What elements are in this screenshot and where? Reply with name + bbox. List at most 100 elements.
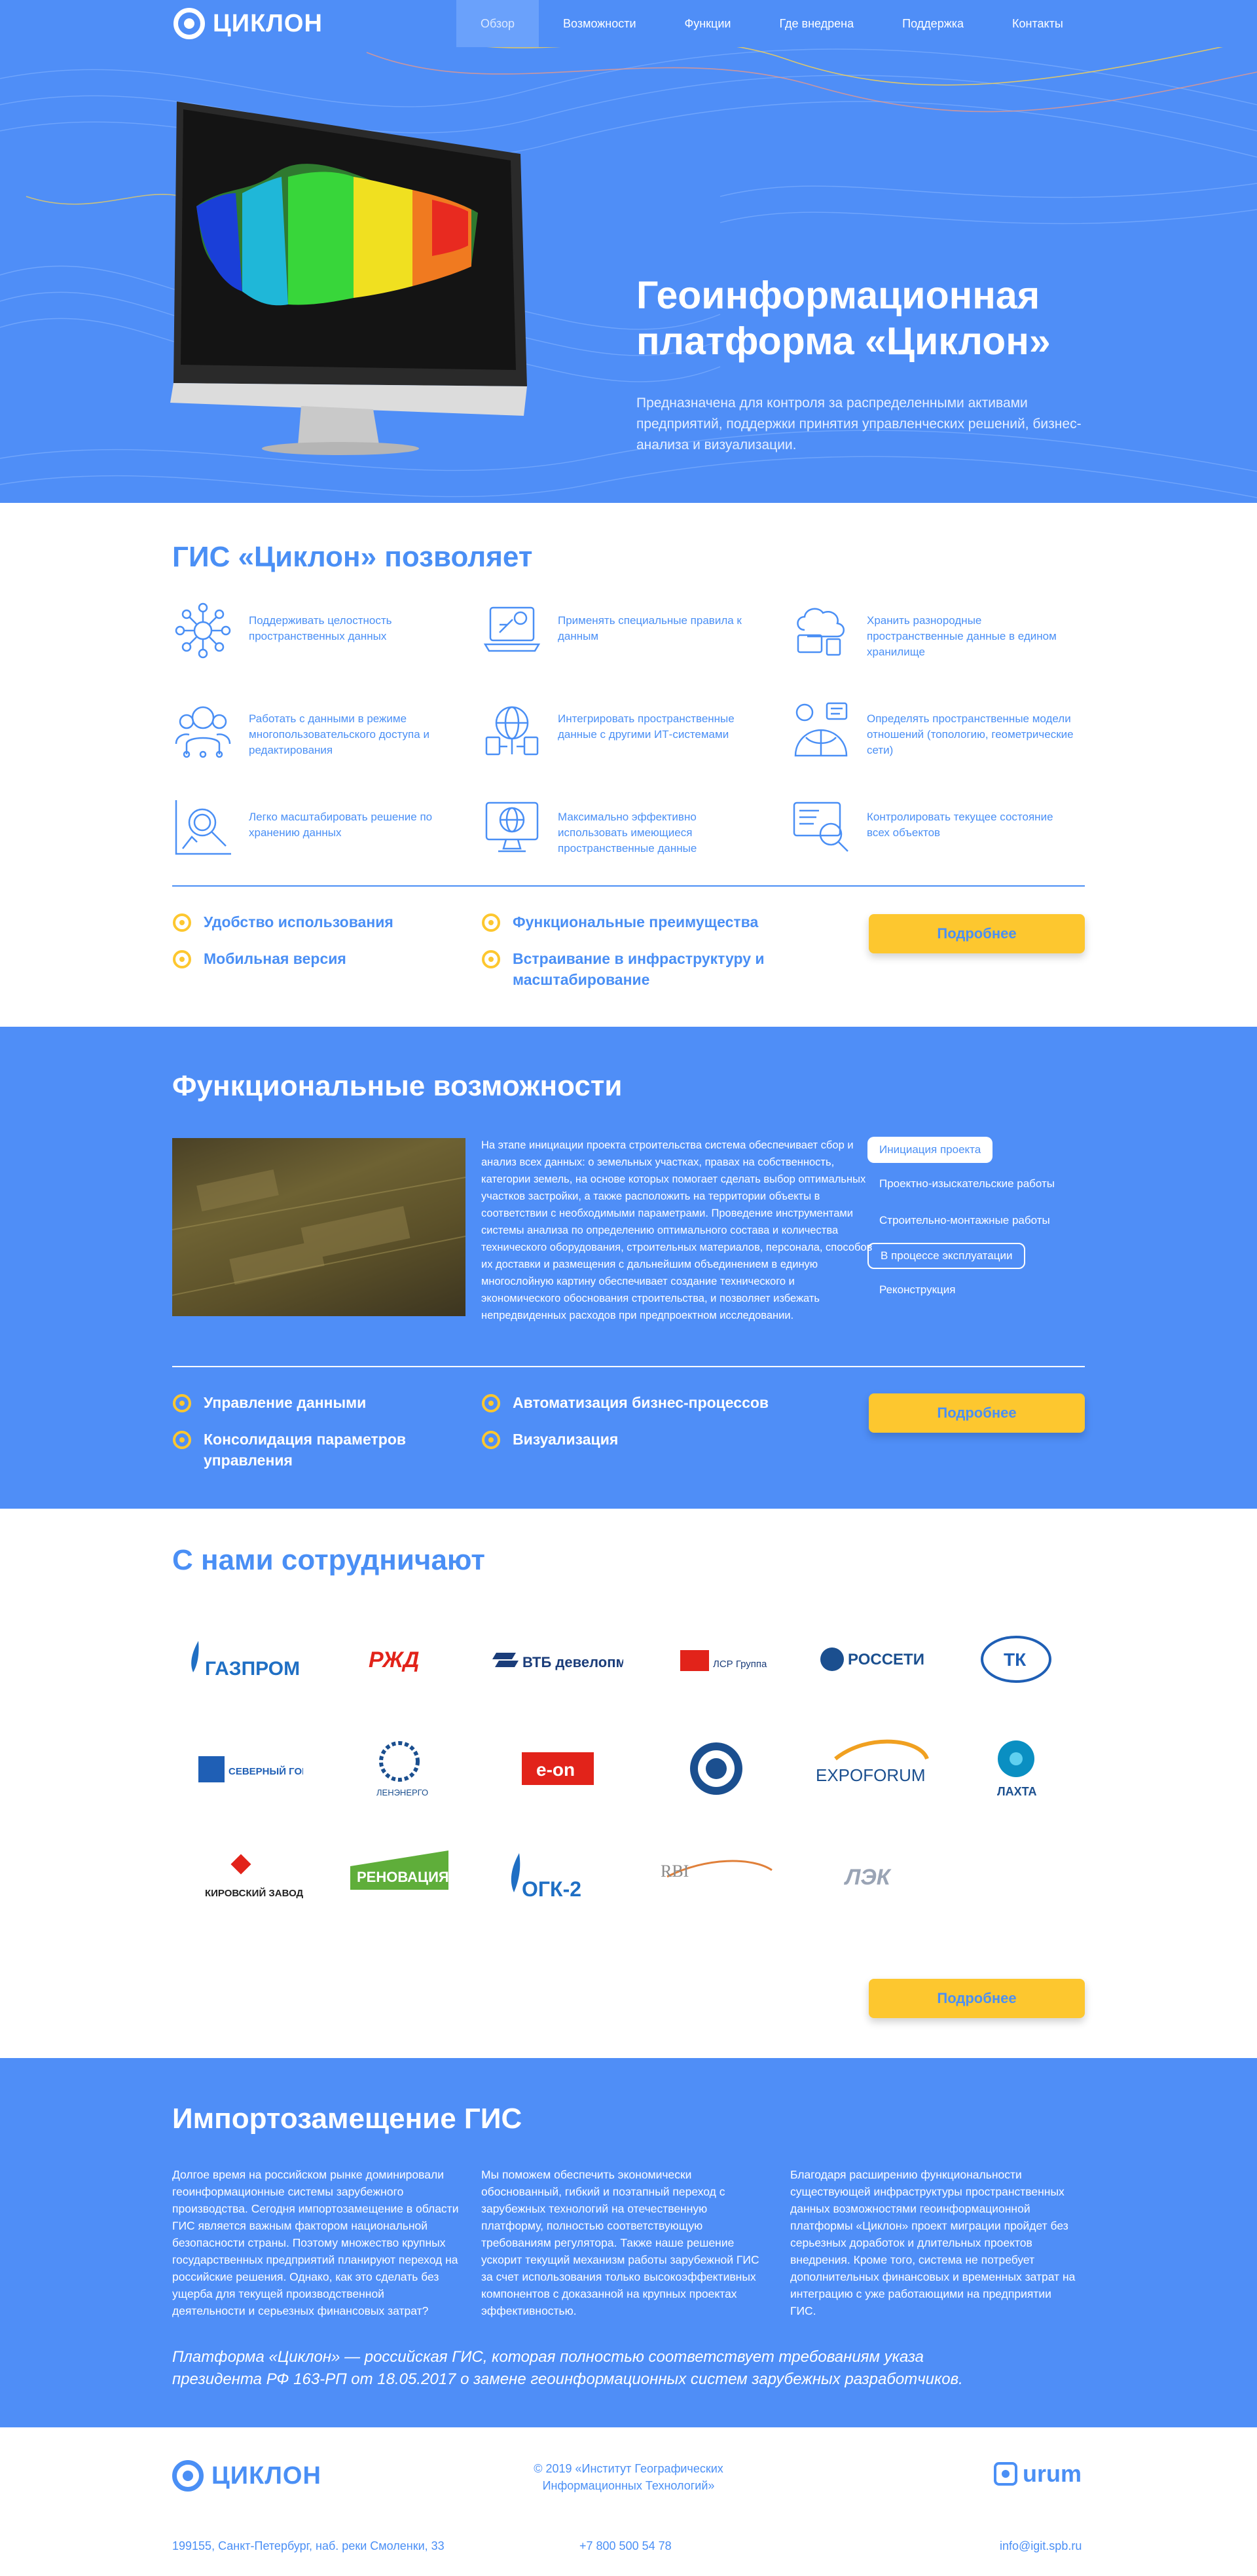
advantage-label: Встраивание в инфраструктуру и масштабир…: [513, 950, 765, 988]
aerial-photo-texture: [172, 1169, 466, 1296]
advantage-label: Мобильная версия: [204, 950, 346, 967]
feature-item: Хранить разнородные пространственные дан…: [790, 600, 1078, 662]
urum-logo-text: urum: [1023, 2460, 1082, 2487]
footer: ЦИКЛОН © 2019 «Институт Географических И…: [0, 2427, 1257, 2576]
partner-logo-emblem: [651, 1733, 782, 1805]
section-divider: [172, 885, 1085, 887]
partner-logo-rbi: RBI: [651, 1844, 782, 1916]
nav-item-contacts[interactable]: Контакты: [988, 0, 1087, 47]
partner-logo-kirovsky: КИРОВСКИЙ ЗАВОД: [175, 1844, 306, 1916]
partner-logo-tk: ТК: [951, 1623, 1082, 1695]
urum-logo[interactable]: urum: [993, 2460, 1082, 2488]
feature-item: Максимально эффективно использовать имею…: [481, 796, 769, 858]
phone-link[interactable]: +7 800 500 54 78: [579, 2537, 672, 2554]
functional-description: На этапе инициации проекта строительства…: [481, 1139, 873, 1321]
feature-item: Поддерживать целостность пространственны…: [172, 600, 460, 662]
partner-logo-text: RBI: [661, 1862, 689, 1881]
partner-logo-text: ГАЗПРОМ: [205, 1658, 300, 1680]
function-label: Консолидация параметров управления: [204, 1431, 407, 1469]
footer-brand-logo[interactable]: ЦИКЛОН: [172, 2460, 321, 2492]
partner-logo-vtb: ВТБ девелопмент: [492, 1623, 623, 1695]
import-section: Импортозамещение ГИС Долгое время на рос…: [0, 2058, 1257, 2427]
partner-logo-text: РЖД: [369, 1647, 419, 1672]
feature-item: Легко масштабировать решение по хранению…: [172, 796, 460, 858]
feature-text: Контролировать текущее состояние всех об…: [867, 811, 1053, 839]
feature-item: Определять пространственные модели отнош…: [790, 698, 1078, 760]
cyclone-bullet-icon: [173, 913, 191, 932]
globe-model-icon: [794, 702, 848, 757]
feature-text: Работать с данными в режиме многопользов…: [249, 712, 429, 756]
partner-logo-text: РОССЕТИ: [848, 1651, 924, 1668]
stage-tab-initiation[interactable]: Инициация проекта: [867, 1137, 993, 1163]
copyright-text: © 2019 «Институт Географических Информац…: [534, 2462, 723, 2492]
email-link[interactable]: info@igit.spb.ru: [1000, 2537, 1082, 2554]
laptop-rules-icon: [483, 606, 541, 652]
function-link-automation[interactable]: Автоматизация бизнес-процессов: [481, 1392, 769, 1413]
partner-logo-lsr: ЛСР Группа: [651, 1623, 782, 1695]
network-icon: [175, 602, 231, 659]
cyclone-bullet-icon: [482, 1431, 500, 1449]
import-title: Импортозамещение ГИС: [172, 2103, 522, 2135]
partner-logo-text: КИРОВСКИЙ ЗАВОД: [205, 1887, 303, 1899]
monitor-globe-icon: [485, 801, 539, 853]
advantage-link-usability[interactable]: Удобство использования: [172, 911, 393, 932]
nav-item-deployments[interactable]: Где внедрена: [755, 0, 878, 47]
partner-logo-rosseti: РОССЕТИ: [809, 1623, 940, 1695]
partner-logo-text: СЕВЕРНЫЙ ГОРОД: [228, 1765, 303, 1777]
stage-tab-reconstruction[interactable]: Реконструкция: [867, 1277, 967, 1303]
cyclone-bullet-icon: [173, 1394, 191, 1412]
import-column: Мы поможем обеспечить экономически обосн…: [481, 2168, 759, 2317]
cyclone-bullet-icon: [173, 1431, 191, 1449]
partner-logo-gazprom: ГАЗПРОМ: [175, 1623, 306, 1695]
functional-section: Функциональные возможности На этапе иниц…: [0, 1027, 1257, 1509]
function-link-consolidation[interactable]: Консолидация параметров управления: [172, 1429, 434, 1471]
feature-item: Интегрировать пространственные данные с …: [481, 698, 769, 760]
function-label: Управление данными: [204, 1394, 367, 1411]
monitor-search-icon: [793, 801, 848, 852]
allows-title: ГИС «Циклон» позволяет: [172, 541, 533, 573]
feature-item: Работать с данными в режиме многопользов…: [172, 698, 460, 760]
import-column: Долгое время на российском рынке доминир…: [172, 2168, 459, 2317]
nav-item-overview[interactable]: Обзор: [456, 0, 539, 47]
section-divider: [172, 1366, 1085, 1367]
stage-tab-design[interactable]: Проектно-изыскательские работы: [867, 1171, 1066, 1197]
functional-title: Функциональные возможности: [172, 1070, 623, 1102]
cyclone-bullet-icon: [482, 913, 500, 932]
more-button[interactable]: Подробнее: [869, 1393, 1085, 1433]
cyclone-bullet-icon: [482, 950, 500, 968]
more-button[interactable]: Подробнее: [869, 1979, 1085, 2018]
advantage-link-functional[interactable]: Функциональные преимущества: [481, 911, 758, 932]
partner-logo-severny-gorod: СЕВЕРНЫЙ ГОРОД: [175, 1733, 306, 1805]
function-link-data[interactable]: Управление данными: [172, 1392, 366, 1413]
more-button[interactable]: Подробнее: [869, 914, 1085, 953]
feature-item: Контролировать текущее состояние всех об…: [790, 796, 1078, 858]
chart-scale-icon: [175, 800, 231, 855]
urum-logo-icon: [994, 2462, 1017, 2486]
nav-item-functions[interactable]: Функции: [661, 0, 756, 47]
globe-integration-icon: [485, 706, 539, 756]
feature-text: Применять специальные правила к данным: [558, 614, 742, 642]
advantage-link-integration[interactable]: Встраивание в инфраструктуру и масштабир…: [481, 948, 769, 990]
partner-logo-text: e-on: [536, 1759, 575, 1780]
stage-tab-construction[interactable]: Строительно-монтажные работы: [867, 1207, 1062, 1234]
brand-logo[interactable]: ЦИКЛОН: [173, 8, 323, 39]
hero-title: Геоинформационная платформа «Циклон»: [636, 274, 1051, 363]
partner-logo-expoforum: EXPOFORUM: [809, 1733, 940, 1805]
nav-item-capabilities[interactable]: Возможности: [539, 0, 661, 47]
feature-text: Интегрировать пространственные данные с …: [558, 712, 735, 741]
feature-item: Применять специальные правила к данным: [481, 600, 769, 662]
stage-tab-operation[interactable]: В процессе эксплуатации: [867, 1243, 1026, 1269]
partner-logo-text: ЛСР Группа: [713, 1659, 767, 1670]
function-link-visualization[interactable]: Визуализация: [481, 1429, 618, 1450]
partner-logo-eon: e-on: [492, 1733, 623, 1805]
monitor-illustration: [170, 101, 527, 455]
partner-logo-text: ТК: [1004, 1649, 1027, 1670]
feature-text: Поддерживать целостность пространственны…: [249, 614, 392, 642]
advantage-link-mobile[interactable]: Мобильная версия: [172, 948, 346, 969]
partner-logo-ogk2: ОГК-2: [492, 1844, 623, 1916]
partner-logo-lakhta: ЛАХТА: [951, 1733, 1082, 1805]
import-quote: Платформа «Циклон» — российская ГИС, кот…: [172, 2348, 963, 2388]
nav-item-support[interactable]: Поддержка: [878, 0, 988, 47]
brand-name: ЦИКЛОН: [213, 9, 323, 37]
advantage-label: Функциональные преимущества: [513, 913, 759, 930]
